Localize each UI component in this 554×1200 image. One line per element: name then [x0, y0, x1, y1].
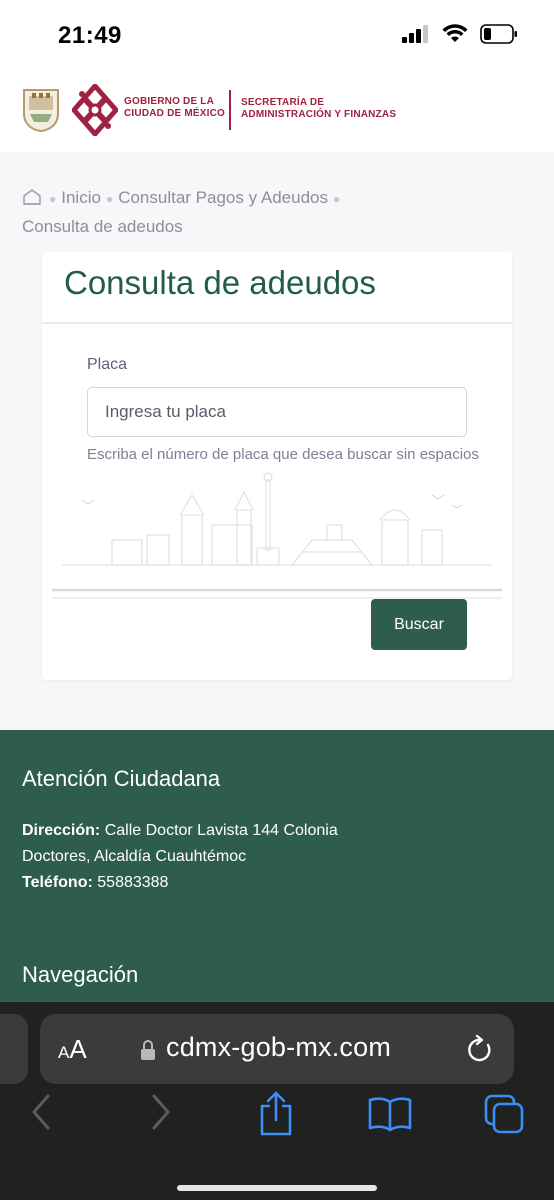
site-header: GOBIERNO DE LA CIUDAD DE MÉXICO SECRETAR… [0, 72, 554, 152]
sec-line-2: ADMINISTRACIÓN Y FINANZAS [241, 109, 397, 120]
breadcrumb-current: Consulta de adeudos [22, 217, 183, 236]
cellular-signal-icon [402, 25, 428, 43]
reader-aa-button[interactable]: AA [58, 1034, 87, 1065]
browser-toolbar [0, 1091, 554, 1146]
aa-small: A [58, 1043, 70, 1062]
url-text[interactable]: cdmx-gob-mx.com [166, 1032, 391, 1063]
address-label: Dirección: [22, 822, 101, 839]
gov-line-2: CIUDAD DE MÉXICO [124, 108, 225, 119]
navigation-heading: Navegación [22, 962, 139, 987]
address-bar[interactable]: AA cdmx-gob-mx.com [40, 1014, 514, 1084]
search-button[interactable]: Buscar [371, 599, 467, 650]
browser-bar: AA cdmx-gob-mx.com [0, 1002, 554, 1200]
phone-value[interactable]: 55883388 [97, 874, 168, 891]
lock-icon [141, 1040, 155, 1060]
phone-label: Teléfono: [22, 874, 93, 891]
debt-lookup-card: Consulta de adeudos Placa Escriba el núm… [42, 252, 512, 680]
citizen-services-heading: Atención Ciudadana [22, 766, 221, 791]
tabs-icon[interactable] [484, 1094, 526, 1134]
previous-tab-preview[interactable] [0, 1014, 28, 1084]
breadcrumb-separator: ● [333, 192, 341, 206]
government-name: GOBIERNO DE LA CIUDAD DE MÉXICO [124, 96, 225, 120]
forward-icon[interactable] [150, 1094, 172, 1130]
page-title: Consulta de adeudos [64, 264, 376, 301]
reload-icon[interactable] [466, 1034, 494, 1064]
plate-help-text: Escriba el número de placa que desea bus… [87, 446, 479, 463]
cdmx-government-logo[interactable] [72, 84, 118, 136]
aa-large: A [69, 1034, 87, 1064]
battery-icon [480, 24, 517, 44]
status-bar: 21:49 [0, 0, 554, 72]
status-icons [402, 24, 518, 44]
breadcrumb-separator: ● [49, 192, 57, 206]
footer: Atención Ciudadana Dirección: Calle Doct… [0, 730, 554, 1020]
home-icon[interactable] [22, 188, 42, 214]
breadcrumb-link-consultar-pagos[interactable]: Consultar Pagos y Adeudos [118, 188, 328, 207]
breadcrumb: ● Inicio ● Consultar Pagos y Adeudos ● Consul… [22, 185, 532, 240]
header-divider [229, 90, 231, 130]
secretariat-name: SECRETARÍA DE ADMINISTRACIÓN Y FINANZAS [241, 97, 396, 121]
share-icon[interactable] [258, 1090, 294, 1136]
bookmarks-icon[interactable] [368, 1096, 412, 1132]
plate-input[interactable] [87, 387, 467, 437]
plate-label: Placa [87, 356, 128, 373]
city-skyline-illustration [52, 472, 502, 599]
wifi-icon [442, 24, 468, 42]
breadcrumb-separator: ● [105, 192, 114, 206]
contact-info: Dirección: Calle Doctor Lavista 144 Colo… [22, 818, 342, 896]
home-indicator [177, 1185, 377, 1191]
cdmx-shield-logo[interactable] [22, 88, 60, 132]
gov-line-1: GOBIERNO DE LA [124, 96, 215, 107]
sec-line-1: SECRETARÍA DE [241, 97, 325, 108]
status-time: 21:49 [58, 22, 122, 49]
back-icon[interactable] [30, 1094, 52, 1130]
card-divider [42, 322, 512, 324]
breadcrumb-link-inicio[interactable]: Inicio [61, 188, 101, 207]
